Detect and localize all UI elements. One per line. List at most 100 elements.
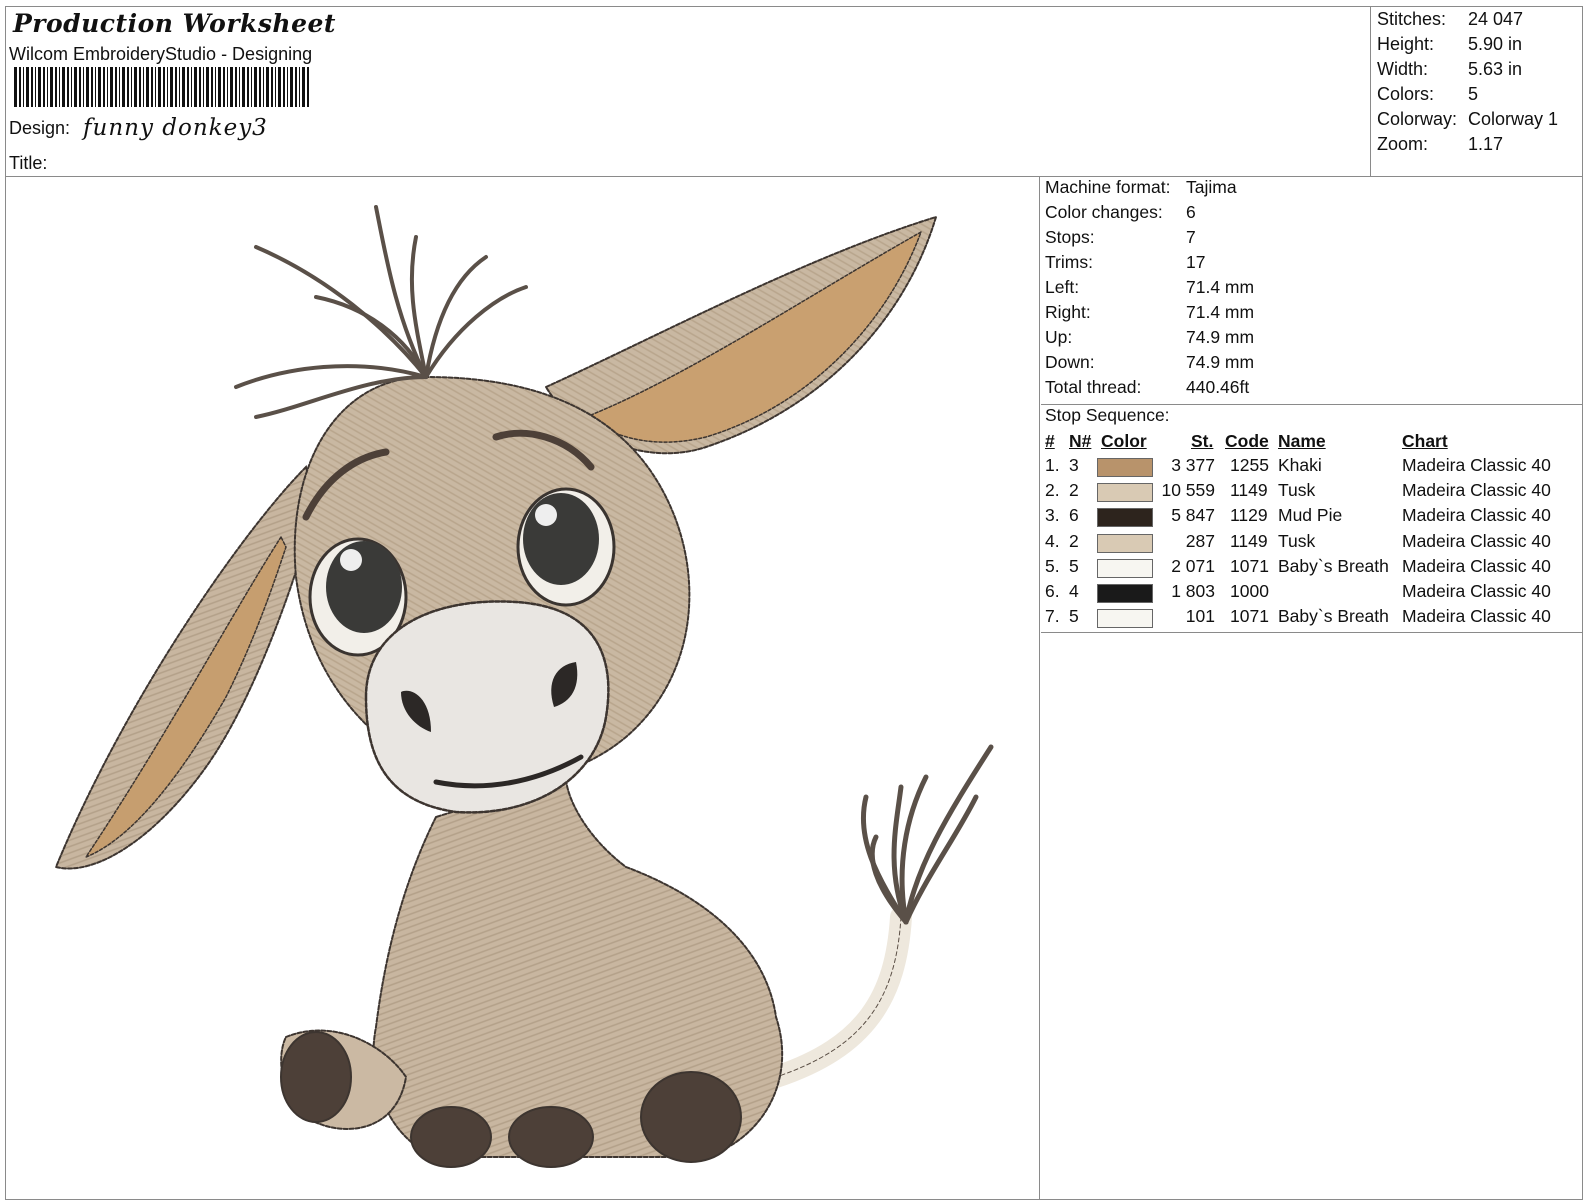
header-color: Color bbox=[1101, 431, 1147, 451]
barcode-bar bbox=[71, 67, 72, 107]
barcode-bar bbox=[158, 67, 161, 107]
thread-code: 1255 bbox=[1230, 455, 1269, 475]
donkey-embroidery-illustration bbox=[54, 205, 994, 1168]
barcode-bar bbox=[206, 67, 209, 107]
barcode-bar bbox=[91, 67, 93, 107]
table-row: 7. 5 101 1071 Baby`s Breath Madeira Classic 4… bbox=[1041, 606, 1582, 631]
thread-chart: Madeira Classic 40 bbox=[1402, 480, 1551, 501]
color-swatch bbox=[1097, 458, 1153, 477]
thread-chart: Madeira Classic 40 bbox=[1402, 455, 1551, 475]
header-needle: N# bbox=[1069, 431, 1092, 451]
stitch-count: 1 803 bbox=[1171, 581, 1215, 601]
barcode-bar bbox=[67, 67, 69, 107]
barcode-bar bbox=[55, 67, 57, 107]
table-row: 3. 6 5 847 1129 Mud Pie Madeira Classic 40 bbox=[1041, 505, 1582, 530]
barcode-bar bbox=[98, 67, 101, 107]
barcode-bar bbox=[235, 67, 237, 107]
color-swatch bbox=[1097, 508, 1153, 528]
color-swatch bbox=[1097, 483, 1153, 503]
barcode-bar bbox=[187, 67, 189, 107]
barcode-bar bbox=[239, 67, 240, 107]
stop-sequence-title: Stop Sequence: bbox=[1045, 405, 1170, 425]
barcode-bar bbox=[146, 67, 149, 107]
worksheet-header: Production Worksheet Wilcom EmbroiderySt… bbox=[6, 7, 1582, 177]
barcode-bar bbox=[115, 67, 117, 107]
thread-name: Tusk bbox=[1278, 480, 1316, 501]
barcode-bar bbox=[38, 67, 41, 107]
barcode-bar bbox=[103, 67, 105, 107]
barcode-bar bbox=[227, 67, 228, 107]
barcode-bar bbox=[299, 67, 300, 107]
title-label: Title: bbox=[9, 153, 48, 173]
stitch-count: 2 071 bbox=[1171, 555, 1215, 576]
header-chart: Chart bbox=[1402, 431, 1448, 451]
barcode-bar bbox=[194, 67, 197, 107]
stop-number: 6. bbox=[1045, 581, 1060, 601]
thread-code: 1149 bbox=[1230, 480, 1268, 501]
barcode-bar bbox=[47, 67, 48, 107]
barcode-bar bbox=[254, 67, 257, 107]
barcode-bar bbox=[134, 67, 137, 107]
barcode-bar bbox=[131, 67, 132, 107]
barcode-bar bbox=[287, 67, 288, 107]
thread-code: 1000 bbox=[1230, 581, 1269, 601]
barcode-bar bbox=[211, 67, 213, 107]
barcode-bar bbox=[35, 67, 36, 107]
barcode-bar bbox=[242, 67, 245, 107]
barcode-bar bbox=[122, 67, 125, 107]
needle-number: 6 bbox=[1069, 505, 1079, 526]
barcode-bar bbox=[167, 67, 168, 107]
thread-name: Baby`s Breath bbox=[1278, 606, 1389, 627]
color-swatch bbox=[1097, 609, 1153, 629]
software-name: Wilcom EmbroideryStudio - Designing bbox=[9, 44, 313, 64]
barcode-bar bbox=[31, 67, 33, 107]
machine-details: Machine format: Tajima Color changes: 6 St… bbox=[1041, 177, 1582, 405]
barcode-bar bbox=[266, 67, 269, 107]
barcode-bar bbox=[230, 67, 233, 107]
header-code: Code bbox=[1225, 431, 1269, 451]
barcode-bar bbox=[143, 67, 144, 107]
barcode-bar bbox=[251, 67, 252, 107]
needle-number: 5 bbox=[1069, 555, 1079, 576]
stop-number: 7. bbox=[1045, 606, 1060, 627]
barcode-bar bbox=[218, 67, 221, 107]
thread-code: 1071 bbox=[1230, 555, 1269, 576]
table-row: 2. 2 10 559 1149 Tusk Madeira Classic 40 bbox=[1041, 480, 1582, 505]
barcode-bar bbox=[86, 67, 89, 107]
barcode-bar bbox=[307, 67, 309, 107]
barcode-bar bbox=[14, 67, 17, 107]
barcode-bar bbox=[74, 67, 77, 107]
thread-code: 1129 bbox=[1230, 505, 1268, 526]
color-swatch bbox=[1097, 533, 1153, 553]
thread-code: 1149 bbox=[1230, 530, 1268, 551]
barcode-bar bbox=[119, 67, 120, 107]
barcode-bar bbox=[223, 67, 225, 107]
barcode-bar bbox=[170, 67, 173, 107]
barcode-bar bbox=[23, 67, 24, 107]
barcode-bar bbox=[199, 67, 201, 107]
stitch-count: 101 bbox=[1185, 606, 1215, 627]
needle-number: 2 bbox=[1069, 480, 1079, 501]
table-row: 4. 2 287 1149 Tusk Madeira Classic 40 bbox=[1041, 531, 1582, 556]
barcode-bar bbox=[175, 67, 177, 107]
barcode-bar bbox=[79, 67, 81, 107]
thread-chart: Madeira Classic 40 bbox=[1402, 606, 1551, 627]
design-summary: Stitches: 24 047 Height: 5.90 in Width: 5.6… bbox=[1370, 7, 1582, 176]
barcode-bar bbox=[290, 67, 293, 107]
barcode-bar bbox=[271, 67, 273, 107]
barcode-bar bbox=[215, 67, 216, 107]
table-row: 5. 5 2 071 1071 Baby`s Breath Madeira Classic… bbox=[1041, 556, 1582, 581]
barcode-bar bbox=[283, 67, 285, 107]
barcode-bar bbox=[19, 67, 21, 107]
barcode-bar bbox=[263, 67, 264, 107]
thread-name: Tusk bbox=[1278, 530, 1316, 551]
thread-name: Khaki bbox=[1278, 455, 1322, 475]
barcode-bar bbox=[127, 67, 129, 107]
design-preview bbox=[6, 177, 1040, 1199]
thread-name: Mud Pie bbox=[1278, 505, 1343, 526]
barcode-bar bbox=[50, 67, 53, 107]
barcode-icon bbox=[14, 67, 309, 107]
worksheet-title: Production Worksheet bbox=[13, 9, 336, 38]
needle-number: 5 bbox=[1069, 606, 1079, 627]
table-row: 6. 4 1 803 1000 Madeira Classic 40 bbox=[1041, 581, 1582, 606]
